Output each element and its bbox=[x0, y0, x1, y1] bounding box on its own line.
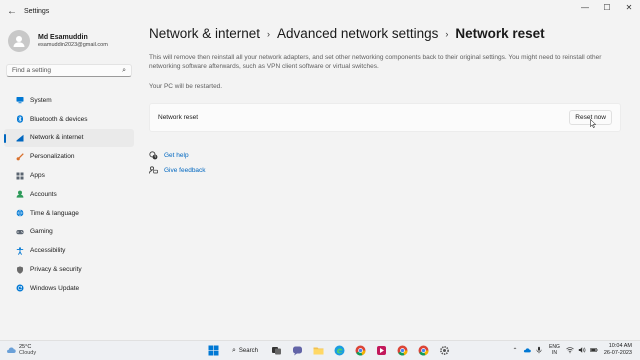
weather-widget[interactable]: 25°C Cloudy bbox=[6, 344, 36, 356]
media-app-icon[interactable] bbox=[375, 344, 388, 357]
file-explorer-icon[interactable] bbox=[312, 344, 325, 357]
battery-icon[interactable] bbox=[589, 346, 598, 355]
sidebar-item-time-language[interactable]: Time & language bbox=[4, 204, 134, 223]
restart-note: Your PC will be restarted. bbox=[149, 83, 223, 90]
accessibility-icon bbox=[15, 246, 24, 255]
get-help-link[interactable]: Get help bbox=[149, 148, 206, 163]
settings-gear-icon[interactable] bbox=[438, 344, 451, 357]
sidebar-item-label: System bbox=[30, 96, 52, 104]
give-feedback-text[interactable]: Give feedback bbox=[164, 167, 206, 174]
sidebar-item-bluetooth[interactable]: Bluetooth & devices bbox=[4, 110, 134, 129]
sidebar-item-label: Accounts bbox=[30, 190, 57, 198]
breadcrumb-separator: › bbox=[445, 28, 449, 39]
network-reset-label: Network reset bbox=[158, 114, 199, 121]
help-icon bbox=[149, 151, 158, 160]
title-bar: ← Settings — ☐ ✕ bbox=[0, 0, 640, 22]
teams-chat-icon[interactable] bbox=[291, 344, 304, 357]
shield-icon bbox=[15, 265, 24, 274]
taskbar-apps: ⌕ Search bbox=[203, 344, 455, 357]
globe-icon bbox=[15, 209, 24, 218]
search-icon: ⌕ bbox=[232, 346, 236, 354]
onedrive-icon[interactable] bbox=[523, 346, 532, 355]
apps-icon bbox=[15, 171, 24, 180]
close-button[interactable]: ✕ bbox=[618, 0, 640, 14]
sidebar-item-personalization[interactable]: Personalization bbox=[4, 147, 134, 166]
sidebar-item-label: Windows Update bbox=[30, 284, 80, 292]
sidebar-item-network[interactable]: Network & internet bbox=[4, 128, 134, 148]
maximize-button[interactable]: ☐ bbox=[596, 0, 618, 14]
sidebar-item-label: Privacy & security bbox=[30, 266, 82, 274]
reset-description: This will remove then reinstall all your… bbox=[149, 54, 602, 70]
sidebar-item-label: Accessibility bbox=[30, 247, 66, 255]
sidebar-item-label: Time & language bbox=[30, 209, 79, 217]
chrome-alt-profile-icon[interactable] bbox=[417, 344, 430, 357]
sidebar-item-label: Apps bbox=[30, 172, 45, 180]
sidebar-item-gaming[interactable]: Gaming bbox=[4, 223, 134, 242]
page-title: Network reset bbox=[455, 26, 545, 41]
chevron-up-icon[interactable]: ⌃ bbox=[511, 346, 520, 355]
bluetooth-icon bbox=[15, 115, 24, 124]
volume-icon[interactable] bbox=[577, 346, 586, 355]
user-profile[interactable]: Md Esamuddin esamuddin2023@gmail.com bbox=[8, 30, 140, 52]
weather-condition: Cloudy bbox=[19, 350, 37, 356]
breadcrumb: Network & internet › Advanced network se… bbox=[149, 26, 545, 41]
brush-icon bbox=[15, 152, 24, 161]
task-view-icon[interactable] bbox=[270, 344, 283, 357]
sidebar-item-label: Bluetooth & devices bbox=[30, 115, 88, 123]
gaming-icon bbox=[15, 227, 24, 236]
sidebar-item-accounts[interactable]: Accounts bbox=[4, 185, 134, 204]
user-silhouette-icon bbox=[13, 36, 25, 47]
back-arrow-icon[interactable]: ← bbox=[4, 3, 20, 19]
system-icon bbox=[15, 96, 24, 105]
settings-search: ⌕ bbox=[6, 64, 132, 77]
clock-time: 10:04 AM bbox=[608, 343, 632, 349]
sidebar-nav: System Bluetooth & devices Network & int… bbox=[0, 91, 140, 298]
cloud-icon bbox=[7, 347, 16, 353]
search-icon[interactable]: ⌕ bbox=[122, 67, 126, 75]
taskbar: 25°C Cloudy ⌕ Search ⌃ ENG IN 10:04 AM 2… bbox=[0, 340, 640, 360]
taskbar-clock[interactable]: 10:04 AM 26-07-2023 bbox=[604, 343, 632, 357]
taskbar-search-button[interactable]: ⌕ Search bbox=[228, 344, 262, 357]
sidebar-item-system[interactable]: System bbox=[4, 91, 134, 110]
accounts-icon bbox=[15, 190, 24, 199]
chrome-browser-icon[interactable] bbox=[354, 344, 367, 357]
mouse-cursor-icon bbox=[590, 119, 596, 128]
sidebar-item-accessibility[interactable]: Accessibility bbox=[4, 241, 134, 260]
network-icon bbox=[15, 133, 24, 142]
sidebar-item-label: Network & internet bbox=[30, 134, 84, 142]
window-controls: — ☐ ✕ bbox=[574, 0, 640, 14]
breadcrumb-separator: › bbox=[267, 28, 271, 39]
system-tray: ⌃ ENG IN 10:04 AM 26-07-2023 bbox=[509, 343, 636, 357]
main-content: Network & internet › Advanced network se… bbox=[140, 22, 640, 340]
sidebar-item-apps[interactable]: Apps bbox=[4, 166, 134, 185]
sidebar-item-label: Personalization bbox=[30, 153, 75, 161]
sidebar-item-privacy-security[interactable]: Privacy & security bbox=[4, 260, 134, 279]
search-input[interactable] bbox=[12, 67, 112, 74]
get-help-text[interactable]: Get help bbox=[164, 152, 189, 159]
microphone-icon[interactable] bbox=[535, 346, 544, 355]
edge-browser-icon[interactable] bbox=[333, 344, 346, 357]
language-region: IN bbox=[551, 350, 557, 356]
feedback-icon bbox=[149, 166, 158, 175]
app-title: Settings bbox=[24, 7, 50, 15]
help-links: Get help Give feedback bbox=[149, 148, 206, 178]
sidebar-item-windows-update[interactable]: Windows Update bbox=[4, 279, 134, 298]
user-email: esamuddin2023@gmail.com bbox=[38, 42, 108, 48]
taskbar-search-label: Search bbox=[238, 347, 258, 354]
sidebar-item-label: Gaming bbox=[30, 228, 53, 236]
windows-start-icon[interactable] bbox=[207, 344, 220, 357]
update-icon bbox=[15, 284, 24, 293]
give-feedback-link[interactable]: Give feedback bbox=[149, 163, 206, 178]
input-language[interactable]: ENG IN bbox=[549, 344, 560, 356]
avatar bbox=[8, 30, 30, 52]
wifi-icon[interactable] bbox=[565, 346, 574, 355]
sidebar: Md Esamuddin esamuddin2023@gmail.com ⌕ S… bbox=[0, 22, 140, 340]
clock-date: 26-07-2023 bbox=[603, 350, 632, 356]
user-name: Md Esamuddin bbox=[38, 34, 88, 41]
chrome-profile-icon[interactable] bbox=[396, 344, 409, 357]
breadcrumb-advanced-network-settings[interactable]: Advanced network settings bbox=[277, 26, 438, 41]
minimize-button[interactable]: — bbox=[574, 0, 596, 14]
breadcrumb-network-internet[interactable]: Network & internet bbox=[149, 26, 260, 41]
network-reset-card: Network reset Reset now bbox=[149, 103, 621, 132]
